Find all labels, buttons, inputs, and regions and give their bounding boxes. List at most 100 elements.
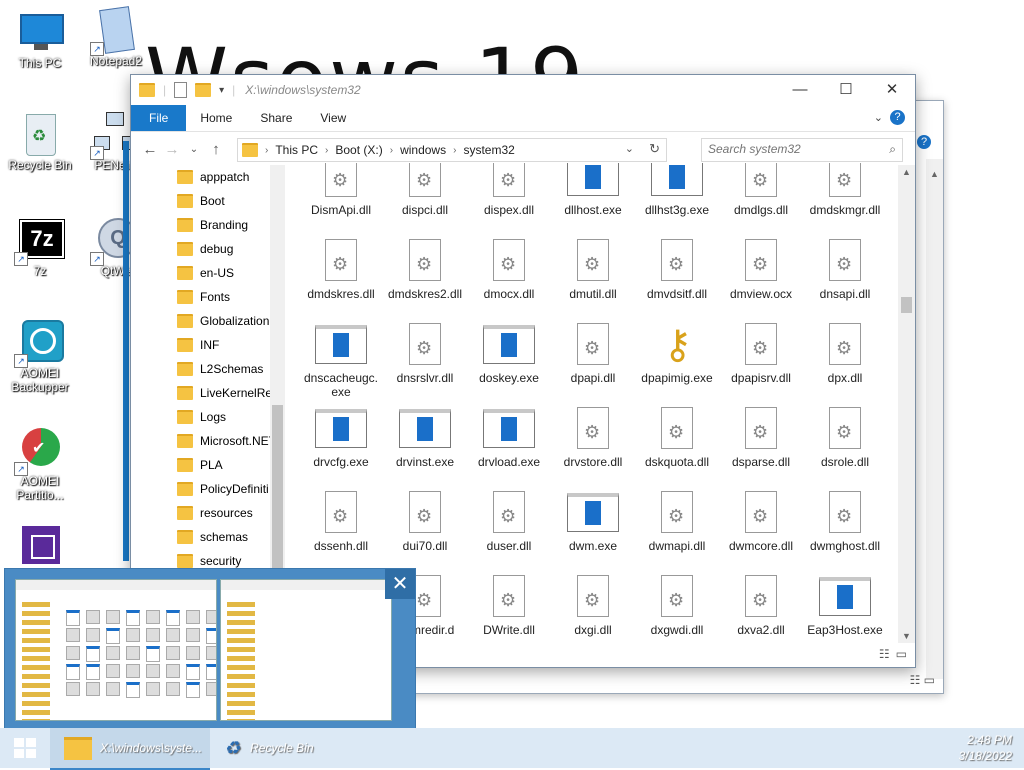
taskbar-item-recycle-bin[interactable]: ♻ Recycle Bin bbox=[214, 728, 370, 768]
up-arrow-icon[interactable]: ↑ bbox=[205, 141, 227, 158]
file-item[interactable]: dxgwdi.dll bbox=[635, 575, 719, 643]
expand-ribbon-icon[interactable]: ⌄ bbox=[874, 111, 883, 124]
forward-arrow-icon[interactable]: → bbox=[161, 141, 183, 158]
recent-locations-icon[interactable]: ⌄ bbox=[183, 144, 205, 155]
nav-item[interactable]: en-US bbox=[131, 261, 285, 285]
nav-item[interactable]: Fonts bbox=[131, 285, 285, 309]
file-item[interactable]: drvcfg.exe bbox=[299, 407, 383, 491]
file-item[interactable]: dssenh.dll bbox=[299, 491, 383, 575]
close-button[interactable]: ✕ bbox=[869, 75, 915, 105]
search-input[interactable] bbox=[702, 139, 884, 159]
properties-icon[interactable] bbox=[174, 82, 188, 98]
file-item[interactable]: dui70.dll bbox=[383, 491, 467, 575]
nav-item[interactable]: Microsoft.NET bbox=[131, 429, 285, 453]
scroll-up-icon[interactable]: ▲ bbox=[902, 167, 911, 177]
help-icon[interactable]: ? bbox=[917, 135, 931, 149]
system-clock[interactable]: 2:48 PM 3/18/2022 bbox=[959, 732, 1012, 764]
file-item[interactable]: dpx.dll bbox=[803, 323, 887, 407]
desktop-icon-7z[interactable]: 7z ↗ 7z bbox=[2, 218, 78, 278]
nav-item[interactable]: Globalization bbox=[131, 309, 285, 333]
desktop-icon-recycle-bin[interactable]: ♻ Recycle Bin bbox=[2, 112, 78, 172]
file-item[interactable]: dnsrslvr.dll bbox=[383, 323, 467, 407]
file-item[interactable]: dnscacheugc.exe bbox=[299, 323, 383, 407]
taskbar-item-explorer[interactable]: X:\windows\syste... bbox=[50, 728, 210, 770]
back-arrow-icon[interactable]: ← bbox=[139, 141, 161, 158]
details-view-icon[interactable]: ☷ bbox=[879, 647, 890, 661]
file-item[interactable]: dsrole.dll bbox=[803, 407, 887, 491]
maximize-button[interactable]: ☐ bbox=[823, 75, 869, 105]
file-item[interactable]: dsparse.dll bbox=[719, 407, 803, 491]
desktop-icon-aomei-backupper[interactable]: ↗ AOMEI Backupper bbox=[2, 320, 78, 394]
scroll-up-icon[interactable]: ▲ bbox=[930, 169, 939, 179]
background-scrollbar[interactable]: ▲ bbox=[926, 159, 943, 679]
start-button[interactable] bbox=[0, 728, 48, 768]
desktop-icon-cpu-tool[interactable] bbox=[2, 526, 78, 570]
file-item[interactable]: dmview.ocx bbox=[719, 239, 803, 323]
file-item[interactable]: drvinst.exe bbox=[383, 407, 467, 491]
minimize-button[interactable]: — bbox=[777, 75, 823, 105]
file-item[interactable]: Eap3Host.exe bbox=[803, 575, 887, 643]
preview-close-button[interactable]: ✕ bbox=[385, 569, 415, 599]
file-item[interactable]: dllhost.exe bbox=[551, 163, 635, 239]
file-item[interactable]: dmdskmgr.dll bbox=[803, 163, 887, 239]
new-folder-icon[interactable] bbox=[195, 83, 212, 97]
search-icon[interactable]: ⌕ bbox=[889, 142, 896, 157]
view-toggle-icons[interactable]: ☷ ▭ bbox=[910, 673, 935, 687]
file-item[interactable]: dmdskres2.dll bbox=[383, 239, 467, 323]
file-item[interactable]: dmocx.dll bbox=[467, 239, 551, 323]
file-item[interactable]: dxva2.dll bbox=[719, 575, 803, 643]
help-icon[interactable]: ? bbox=[890, 110, 905, 125]
title-bar[interactable]: | ▾ | X:\windows\system32 — ☐ ✕ bbox=[131, 75, 915, 105]
file-item[interactable]: dmdskres.dll bbox=[299, 239, 383, 323]
file-item[interactable]: dxgi.dll bbox=[551, 575, 635, 643]
tab-view[interactable]: View bbox=[306, 105, 360, 131]
preview-thumbnail-recycle-bin[interactable] bbox=[220, 579, 392, 721]
nav-item[interactable]: debug bbox=[131, 237, 285, 261]
file-item[interactable]: dmdlgs.dll bbox=[719, 163, 803, 239]
file-item[interactable]: DWrite.dll bbox=[467, 575, 551, 643]
file-item[interactable]: dmvdsitf.dll bbox=[635, 239, 719, 323]
nav-item[interactable]: PolicyDefiniti bbox=[131, 477, 285, 501]
scroll-thumb[interactable] bbox=[901, 297, 912, 313]
desktop-icon-this-pc[interactable]: This PC bbox=[2, 10, 78, 70]
breadcrumb-boot[interactable]: Boot (X:) bbox=[331, 143, 386, 157]
nav-item[interactable]: Logs bbox=[131, 405, 285, 429]
file-item[interactable]: drvstore.dll bbox=[551, 407, 635, 491]
file-item[interactable]: dwmcore.dll bbox=[719, 491, 803, 575]
nav-item[interactable]: apppatch bbox=[131, 165, 285, 189]
file-item[interactable]: dwm.exe bbox=[551, 491, 635, 575]
tab-share[interactable]: Share bbox=[246, 105, 306, 131]
refresh-icon[interactable]: ↻ bbox=[649, 141, 660, 157]
file-item[interactable]: doskey.exe bbox=[467, 323, 551, 407]
nav-item[interactable]: PLA bbox=[131, 453, 285, 477]
file-item[interactable]: dskquota.dll bbox=[635, 407, 719, 491]
breadcrumb-system32[interactable]: system32 bbox=[459, 143, 518, 157]
nav-item[interactable]: Boot bbox=[131, 189, 285, 213]
taskbar-preview[interactable]: ✕ bbox=[4, 568, 416, 730]
nav-item[interactable]: INF bbox=[131, 333, 285, 357]
file-item[interactable]: dwmghost.dll bbox=[803, 491, 887, 575]
customize-quick-access-icon[interactable]: ▾ bbox=[219, 85, 224, 96]
file-item[interactable]: duser.dll bbox=[467, 491, 551, 575]
file-item[interactable]: DismApi.dll bbox=[299, 163, 383, 239]
search-box[interactable]: ⌕ bbox=[701, 138, 903, 162]
nav-item[interactable]: Branding bbox=[131, 213, 285, 237]
tab-file[interactable]: File bbox=[131, 105, 187, 131]
file-item[interactable]: drvload.exe bbox=[467, 407, 551, 491]
address-bar[interactable]: › This PC › Boot (X:) › windows › system… bbox=[237, 138, 667, 162]
file-item[interactable]: dpapisrv.dll bbox=[719, 323, 803, 407]
nav-item[interactable]: schemas bbox=[131, 525, 285, 549]
file-item[interactable]: dnsapi.dll bbox=[803, 239, 887, 323]
nav-item[interactable]: L2Schemas bbox=[131, 357, 285, 381]
breadcrumb-this-pc[interactable]: This PC bbox=[271, 143, 322, 157]
file-item[interactable]: dpapi.dll bbox=[551, 323, 635, 407]
file-item[interactable]: dispci.dll bbox=[383, 163, 467, 239]
nav-item[interactable]: LiveKernelRep bbox=[131, 381, 285, 405]
tab-home[interactable]: Home bbox=[186, 105, 246, 131]
large-icons-view-icon[interactable]: ▭ bbox=[896, 647, 907, 661]
file-item[interactable]: dmutil.dll bbox=[551, 239, 635, 323]
preview-thumbnail-system32[interactable] bbox=[15, 579, 217, 721]
desktop-icon-aomei-partition[interactable]: ✔ ↗ AOMEI Partitio... bbox=[2, 428, 78, 502]
file-list-scrollbar[interactable]: ▲ ▼ bbox=[898, 165, 915, 643]
scroll-thumb[interactable] bbox=[272, 405, 283, 585]
